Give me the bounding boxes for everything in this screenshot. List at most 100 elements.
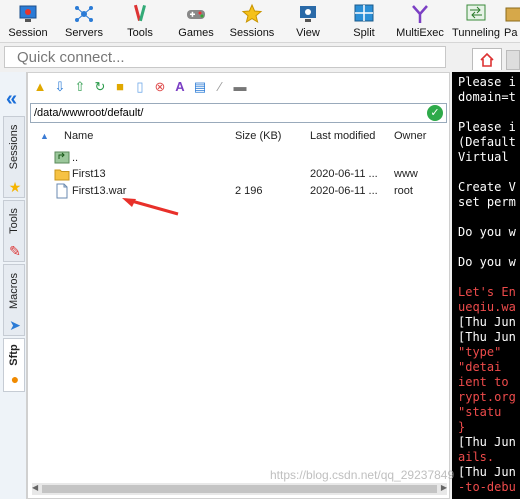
file-owner: root bbox=[394, 185, 413, 197]
new-file-icon[interactable]: ▯ bbox=[132, 79, 148, 95]
terminal-line: rypt.org bbox=[458, 390, 516, 404]
path-text: /data/wwwroot/default/ bbox=[34, 107, 144, 119]
terminal-line: Please i bbox=[458, 120, 516, 134]
upload-icon[interactable]: ⇧ bbox=[72, 79, 88, 95]
terminal-line: [Thu Jun bbox=[458, 315, 516, 329]
session-tab[interactable] bbox=[506, 50, 520, 70]
games-icon bbox=[187, 10, 205, 19]
terminal-line: Do you w bbox=[458, 255, 516, 269]
session-tabs bbox=[452, 46, 520, 70]
sort-ascending-icon: ▲ bbox=[40, 131, 49, 141]
tab-tools-label: Tools bbox=[8, 208, 20, 234]
terminal-line: (Default bbox=[458, 135, 516, 149]
main-toolbar: Session Servers Tools Games Sessions Vie… bbox=[0, 0, 520, 43]
file-owner: www bbox=[394, 168, 418, 180]
macros-icon: ➤ bbox=[9, 317, 21, 333]
multiexec-icon bbox=[412, 5, 428, 23]
properties-icon[interactable]: ▤ bbox=[192, 79, 208, 95]
magic-wand-icon[interactable]: ⁄ bbox=[212, 79, 228, 95]
split-icon bbox=[354, 4, 374, 22]
tools-button[interactable]: Tools bbox=[112, 0, 168, 42]
terminal-line: ient to bbox=[458, 375, 509, 389]
file-modified: 2020-06-11 ... bbox=[310, 185, 378, 197]
terminal-line: -to-debu bbox=[458, 480, 516, 494]
parent-folder-icon[interactable]: ▲ bbox=[32, 79, 48, 95]
home-icon bbox=[480, 52, 494, 67]
file-size: 2 196 bbox=[235, 185, 263, 197]
terminal-line: Virtual bbox=[458, 150, 509, 164]
tunneling-icon bbox=[466, 4, 486, 21]
view-button[interactable]: View bbox=[280, 0, 336, 42]
servers-icon bbox=[75, 6, 93, 22]
terminal-line: [Thu Jun bbox=[458, 465, 516, 479]
terminal-pane[interactable]: Please i domain=t Please i (Default Virtual … bbox=[452, 72, 520, 499]
rename-icon[interactable]: A bbox=[172, 79, 188, 95]
refresh-icon[interactable]: ↻ bbox=[92, 79, 108, 95]
parent-directory-icon bbox=[54, 149, 70, 165]
tab-sftp[interactable]: Sftp ● bbox=[3, 338, 25, 392]
star-icon: ★ bbox=[8, 179, 22, 195]
watermark: https://blog.csdn.net/qq_29237849 bbox=[270, 468, 455, 482]
confirm-path-icon[interactable]: ✓ bbox=[427, 105, 443, 121]
multiexec-button[interactable]: MultiExec bbox=[392, 0, 448, 42]
servers-button[interactable]: Servers bbox=[56, 0, 112, 42]
path-bar[interactable]: /data/wwwroot/default/ ✓ bbox=[30, 103, 447, 123]
view-icon bbox=[300, 6, 316, 22]
file-row-first13[interactable]: First13 2020-06-11 ... www bbox=[30, 166, 447, 183]
session-icon bbox=[19, 5, 37, 22]
tab-macros-label: Macros bbox=[8, 272, 20, 310]
terminal-line: } bbox=[458, 420, 466, 434]
terminal-line: ails. bbox=[458, 450, 495, 464]
side-tab-bar: « Sessions ★ Tools ✎ Macros ➤ Sftp ● bbox=[0, 72, 27, 499]
terminal-line: Let's En bbox=[458, 285, 516, 299]
scrollbar-thumb[interactable] bbox=[42, 485, 437, 493]
tab-sftp-label: Sftp bbox=[8, 344, 20, 366]
terminal-line: "type" bbox=[458, 345, 502, 359]
terminal-line: set perm bbox=[458, 195, 516, 209]
file-row-first13-war[interactable]: First13.war 2 196 2020-06-11 ... root bbox=[30, 183, 447, 200]
tab-macros[interactable]: Macros ➤ bbox=[3, 264, 25, 336]
new-folder-icon[interactable]: ■ bbox=[112, 79, 128, 95]
terminal-line: Please i bbox=[458, 75, 516, 89]
column-modified[interactable]: Last modified bbox=[310, 130, 375, 142]
file-list-header: ▲ Name Size (KB) Last modified Owner bbox=[30, 128, 447, 148]
sftp-icon: ● bbox=[10, 371, 20, 387]
collapse-sidebar-icon[interactable]: « bbox=[6, 88, 17, 111]
column-owner[interactable]: Owner bbox=[394, 130, 426, 142]
quick-connect-input[interactable]: Quick connect... bbox=[4, 46, 446, 68]
packages-button[interactable]: Pa bbox=[504, 0, 520, 42]
file-name: .. bbox=[72, 152, 79, 164]
terminal-line: "statu bbox=[458, 405, 502, 419]
horizontal-scrollbar[interactable]: ◀ ▶ bbox=[32, 483, 447, 495]
download-icon[interactable]: ⇩ bbox=[52, 79, 68, 95]
tab-sessions-label: Sessions bbox=[8, 124, 20, 170]
file-row-parent[interactable]: .. bbox=[30, 149, 447, 166]
terminal-line: Do you w bbox=[458, 225, 516, 239]
split-button[interactable]: Split bbox=[336, 0, 392, 42]
file-icon bbox=[54, 183, 70, 199]
games-button[interactable]: Games bbox=[168, 0, 224, 42]
terminal-line: [Thu Jun bbox=[458, 435, 516, 449]
scroll-right-icon[interactable]: ▶ bbox=[441, 483, 447, 492]
sessions-button[interactable]: Sessions bbox=[224, 0, 280, 42]
folder-icon bbox=[54, 166, 70, 182]
column-name[interactable]: Name bbox=[64, 130, 93, 142]
delete-icon[interactable]: ⊗ bbox=[152, 79, 168, 95]
sessions-star-icon bbox=[241, 3, 263, 24]
terminal-line: Create V bbox=[458, 180, 516, 194]
tools-icon bbox=[133, 4, 147, 22]
terminal-icon[interactable]: ▬ bbox=[232, 79, 248, 95]
home-tab[interactable] bbox=[472, 48, 502, 70]
tunneling-button[interactable]: Tunneling bbox=[448, 0, 504, 42]
terminal-line: ueqiu.wa bbox=[458, 300, 516, 314]
tab-tools[interactable]: Tools ✎ bbox=[3, 200, 25, 262]
tab-sessions[interactable]: Sessions ★ bbox=[3, 116, 25, 198]
terminal-line: "detai bbox=[458, 360, 502, 374]
column-size[interactable]: Size (KB) bbox=[235, 130, 281, 142]
session-button[interactable]: Session bbox=[0, 0, 56, 42]
annotation-arrow-icon bbox=[122, 198, 179, 216]
scroll-left-icon[interactable]: ◀ bbox=[32, 483, 38, 492]
file-name: First13.war bbox=[72, 185, 127, 197]
tools-small-icon: ✎ bbox=[9, 243, 21, 259]
file-modified: 2020-06-11 ... bbox=[310, 168, 378, 180]
